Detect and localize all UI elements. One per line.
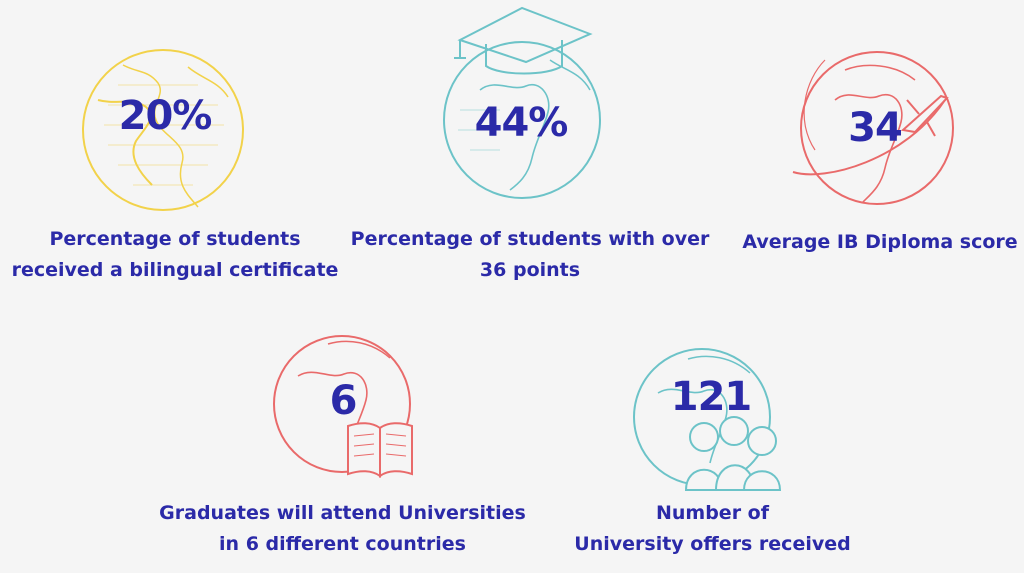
caption-line-1: Number of bbox=[655, 502, 770, 524]
stat-value: 44% bbox=[474, 100, 569, 146]
caption-line-2: University offers received bbox=[574, 533, 851, 555]
graduation-cap-icon bbox=[454, 6, 593, 75]
caption-line-1: Graduates will attend Universities bbox=[159, 502, 526, 524]
stat-value: 6 bbox=[329, 378, 358, 424]
caption-line-1: Average IB Diploma score bbox=[742, 231, 1018, 253]
open-book-icon bbox=[347, 422, 413, 478]
stat-caption: Percentage of students with over 36 poin… bbox=[340, 224, 720, 286]
caption-line-1: Percentage of students bbox=[49, 228, 301, 250]
caption-line-2: received a bilingual certificate bbox=[11, 259, 339, 281]
caption-line-2: in 6 different countries bbox=[219, 533, 466, 555]
stat-caption: Graduates will attend Universities in 6 … bbox=[150, 498, 535, 560]
caption-line-1: Percentage of students with over bbox=[350, 228, 710, 250]
stat-value: 121 bbox=[670, 374, 753, 420]
stat-caption: Average IB Diploma score bbox=[735, 227, 1024, 258]
stat-value: 34 bbox=[848, 105, 903, 151]
people-icon bbox=[684, 416, 782, 491]
stat-caption: Number of University offers received bbox=[560, 498, 865, 560]
globe-icon bbox=[633, 348, 782, 491]
stat-value: 20% bbox=[118, 93, 213, 139]
caption-line-2: 36 points bbox=[479, 259, 581, 281]
stat-caption: Percentage of students received a biling… bbox=[5, 224, 345, 286]
